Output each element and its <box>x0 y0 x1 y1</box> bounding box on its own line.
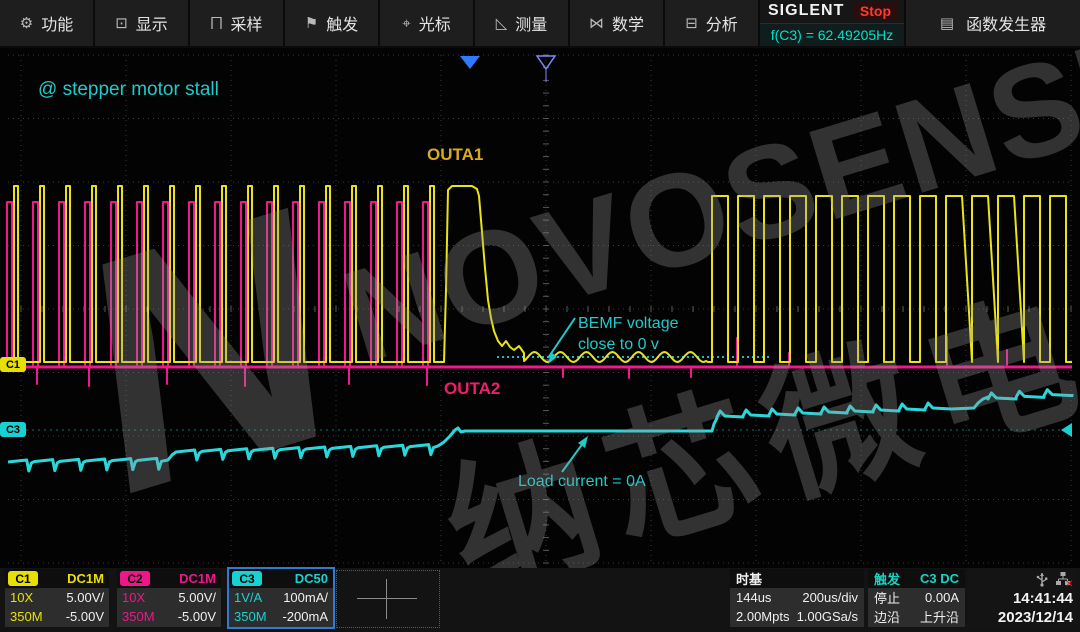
timebase-scale: 200us/div <box>802 590 858 605</box>
channel2-bandwidth: 350M <box>122 609 155 624</box>
date: 2023/12/14 <box>998 608 1073 627</box>
waveform-display-area[interactable]: @ stepper motor stall OUTA1 BEMF voltage… <box>0 48 1080 568</box>
channel2-probe: 10X <box>122 590 145 605</box>
annotation-load-current: Load current = 0A <box>518 472 646 493</box>
trigger-title: 触发 <box>874 569 900 588</box>
frequency-counter-readout: f(C3) = 62.49205Hz <box>760 24 904 47</box>
system-status: ✕ 14:41:44 2023/12/14 <box>969 569 1077 627</box>
channel3-offset: -200mA <box>282 609 328 624</box>
channel1-probe: 10X <box>10 590 33 605</box>
menu-cursors-label: 光标 <box>419 11 451 35</box>
trigger-panel[interactable]: 触发 C3 DC 停止 0.00A 边沿 上升沿 <box>868 569 965 627</box>
menu-display[interactable]: ⊡ 显示 <box>95 0 188 46</box>
top-menu-bar: ⚙ 功能 ⊡ 显示 ⨅ 采样 ⚑ 触发 ⌖ 光标 ◺ 测量 ⋈ 数学 ⊟ 分析 SIGLENT … <box>0 0 1080 48</box>
trigger-type: 边沿 <box>874 607 900 626</box>
timebase-panel[interactable]: 时基 144us 200us/div 2.00Mpts 1.00GSa/s <box>730 569 864 627</box>
channel1-bandwidth: 350M <box>10 609 43 624</box>
menu-acquire[interactable]: ⨅ 采样 <box>190 0 283 46</box>
trigger-flag-icon: ⚑ <box>305 14 318 32</box>
channel2-scale: 5.00V/ <box>178 590 216 605</box>
trigger-level: 0.00A <box>925 590 959 605</box>
channel2-coupling: DC1M <box>179 571 216 586</box>
gear-icon: ⚙ <box>20 14 33 32</box>
trigger-slope: 上升沿 <box>920 607 959 626</box>
channel3-position-marker[interactable]: C3 <box>0 422 26 437</box>
menu-measure[interactable]: ◺ 测量 <box>475 0 568 46</box>
cursor-icon: ⌖ <box>402 15 410 32</box>
oscilloscope-screen: ⚙ 功能 ⊡ 显示 ⨅ 采样 ⚑ 触发 ⌖ 光标 ◺ 测量 ⋈ 数学 ⊟ 分析 SIGLENT … <box>0 0 1080 632</box>
annotation-bemf: BEMF voltage close to 0 v <box>578 314 678 356</box>
lan-disconnected-icon[interactable]: ✕ <box>1055 571 1073 587</box>
channel3-descriptor[interactable]: C3 DC50 1V/A 100mA/ 350M -200mA <box>229 569 333 627</box>
siglent-logo: SIGLENT <box>760 2 844 20</box>
measure-icon: ◺ <box>496 14 508 32</box>
annotation-outa1: OUTA1 <box>427 144 483 166</box>
channel1-tag: C1 <box>8 571 38 586</box>
menu-math[interactable]: ⋈ 数学 <box>570 0 663 46</box>
menu-utility-label: 功能 <box>41 11 73 35</box>
channel2-offset: -5.00V <box>178 609 216 624</box>
trigger-mode: 停止 <box>874 588 900 607</box>
menu-utility[interactable]: ⚙ 功能 <box>0 0 93 46</box>
acquisition-status-badge[interactable]: Stop <box>853 2 898 20</box>
function-generator-button[interactable]: ▤ 函数发生器 <box>906 0 1080 46</box>
channel3-coupling: DC50 <box>295 571 328 586</box>
menu-acquire-label: 采样 <box>231 11 263 35</box>
menu-trigger[interactable]: ⚑ 触发 <box>285 0 378 46</box>
timebase-delay: 144us <box>736 590 771 605</box>
timebase-samplerate: 1.00GSa/s <box>797 609 858 624</box>
brand-status-box: SIGLENT Stop f(C3) = 62.49205Hz <box>760 0 904 46</box>
channel3-probe: 1V/A <box>234 590 262 605</box>
sampling-icon: ⨅ <box>210 15 222 32</box>
display-icon: ⊡ <box>115 14 128 32</box>
channel1-coupling: DC1M <box>67 571 104 586</box>
clock: 14:41:44 <box>1013 589 1073 608</box>
channel1-scale: 5.00V/ <box>66 590 104 605</box>
function-generator-label: 函数发生器 <box>966 11 1046 35</box>
channel3-scale: 100mA/ <box>283 590 328 605</box>
zoom-preview-window[interactable] <box>336 570 440 628</box>
svg-text:✕: ✕ <box>1065 579 1073 587</box>
crosshair-icon <box>357 598 417 599</box>
usb-icon[interactable] <box>1035 571 1049 587</box>
channel1-position-marker[interactable]: C1 <box>0 357 26 372</box>
trigger-source: C3 DC <box>920 571 959 586</box>
menu-math-label: 数学 <box>612 11 644 35</box>
analysis-icon: ⊟ <box>685 14 698 32</box>
bottom-status-bar: C1 DC1M 10X 5.00V/ 350M -5.00V C2 DC1M 10X 5.… <box>0 568 1080 632</box>
menu-display-label: 显示 <box>136 11 168 35</box>
channel3-tag: C3 <box>232 571 262 586</box>
annotation-outa2: OUTA2 <box>444 378 500 400</box>
menu-trigger-label: 触发 <box>326 11 358 35</box>
menu-analysis[interactable]: ⊟ 分析 <box>665 0 758 46</box>
menu-cursors[interactable]: ⌖ 光标 <box>380 0 473 46</box>
channel1-offset: -5.00V <box>66 609 104 624</box>
channel2-descriptor[interactable]: C2 DC1M 10X 5.00V/ 350M -5.00V <box>117 569 221 627</box>
timebase-memory: 2.00Mpts <box>736 609 789 624</box>
math-icon: ⋈ <box>589 14 604 32</box>
crosshair-icon <box>386 579 387 619</box>
annotation-title: @ stepper motor stall <box>38 78 219 103</box>
channel2-tag: C2 <box>120 571 150 586</box>
channel3-bandwidth: 350M <box>234 609 267 624</box>
timebase-title: 时基 <box>736 569 762 588</box>
menu-measure-label: 测量 <box>515 11 547 35</box>
menu-analysis-label: 分析 <box>706 11 738 35</box>
channel1-descriptor[interactable]: C1 DC1M 10X 5.00V/ 350M -5.00V <box>5 569 109 627</box>
function-generator-icon: ▤ <box>940 14 954 32</box>
